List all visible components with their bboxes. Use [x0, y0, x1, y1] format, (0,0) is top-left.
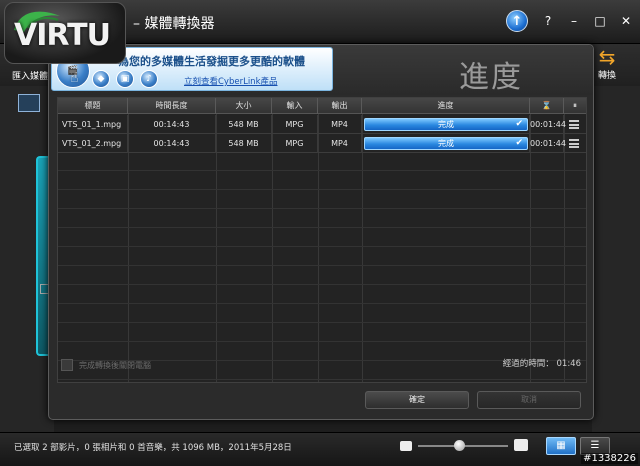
- column-duration[interactable]: 時間長度: [128, 98, 216, 114]
- progress-bar: 完成 ✔: [364, 118, 528, 131]
- empty-row: [58, 209, 586, 228]
- table-header: 標題 時間長度 大小 輸入 輸出 進度 ⌛ ⏸: [58, 98, 586, 114]
- status-bar: 已選取 2 部影片，0 張相片和 0 首音樂，共 1096 MB，2011年5月…: [0, 432, 640, 466]
- check-icon: ✔: [515, 119, 523, 129]
- row-duration: 00:14:43: [128, 134, 216, 153]
- row-title: VTS_01_1.mpg: [58, 115, 128, 134]
- update-arrow-icon[interactable]: ↑: [506, 10, 528, 32]
- logo-text: VIRTU: [14, 18, 111, 53]
- row-title: VTS_01_2.mpg: [58, 134, 128, 153]
- window-controls: ↑ ? – □ ✕: [506, 10, 632, 32]
- table-row[interactable]: VTS_01_2.mpg 00:14:43 548 MB MPG MP4 完成 …: [58, 134, 586, 153]
- column-progress[interactable]: 進度: [362, 98, 530, 114]
- shutdown-option: 完成轉換後關閉電腦: [61, 359, 151, 371]
- music-note-icon: ♪: [140, 70, 158, 88]
- empty-row: [58, 171, 586, 190]
- help-button[interactable]: ?: [542, 14, 554, 28]
- hourglass-icon: ⌛: [530, 98, 564, 114]
- minimize-button[interactable]: –: [568, 14, 580, 28]
- media-library-icon[interactable]: [18, 94, 40, 112]
- convert-label: 轉換: [597, 71, 616, 81]
- list-menu-icon[interactable]: [569, 139, 579, 148]
- column-input[interactable]: 輸入: [272, 98, 318, 114]
- empty-row: [58, 323, 586, 342]
- empty-row: [58, 190, 586, 209]
- convert-arrows-icon: ⇆: [598, 45, 616, 69]
- pause-icon[interactable]: ⏸: [564, 98, 586, 114]
- column-title[interactable]: 標題: [58, 98, 128, 114]
- empty-row: [58, 266, 586, 285]
- cancel-button[interactable]: 取消: [477, 391, 581, 409]
- shutdown-label: 完成轉換後關閉電腦: [79, 360, 151, 370]
- app-title: – 媒體轉換器: [133, 16, 215, 32]
- elapsed-time: 經過的時間： 01:46: [502, 359, 581, 369]
- dialog-header: 🎬 ◆ ▣ ♪ ☝ 為您的多媒體生活發掘更多更酷的軟體 立刻查看CyberLin…: [49, 45, 593, 95]
- progress-status: 完成: [438, 120, 454, 129]
- logo: VIRTU: [4, 2, 130, 68]
- row-progress-cell: 完成 ✔: [362, 134, 530, 153]
- empty-row: [58, 152, 586, 171]
- close-button[interactable]: ✕: [620, 14, 632, 28]
- ad-link[interactable]: 立刻查看CyberLink產品: [184, 75, 278, 87]
- large-thumbnail-icon[interactable]: [514, 439, 528, 451]
- column-output[interactable]: 輸出: [318, 98, 362, 114]
- row-elapsed: 00:01:44: [530, 134, 566, 153]
- left-panel: [0, 86, 54, 432]
- row-output: MP4: [318, 134, 362, 153]
- empty-row: [58, 247, 586, 266]
- conversion-table: 標題 時間長度 大小 輸入 輸出 進度 ⌛ ⏸ VTS_01_1.mpg 00:…: [57, 97, 587, 383]
- hand-cursor-icon: ☝: [70, 70, 79, 86]
- dialog-title: 進度: [459, 60, 523, 95]
- zoom-slider[interactable]: [396, 437, 532, 455]
- shutdown-checkbox[interactable]: [61, 359, 73, 371]
- convert-tab[interactable]: ⇆ 轉換: [592, 46, 622, 84]
- slider-knob[interactable]: [454, 440, 465, 451]
- watermark: #1338226: [581, 453, 638, 464]
- list-menu-icon[interactable]: [569, 120, 579, 129]
- row-elapsed: 00:01:44: [530, 115, 566, 134]
- progress-dialog: 🎬 ◆ ▣ ♪ ☝ 為您的多媒體生活發掘更多更酷的軟體 立刻查看CyberLin…: [48, 44, 594, 420]
- row-progress-cell: 完成 ✔: [362, 115, 530, 134]
- table-row[interactable]: VTS_01_1.mpg 00:14:43 548 MB MPG MP4 完成 …: [58, 115, 586, 134]
- small-thumbnail-icon[interactable]: [400, 441, 412, 451]
- row-menu-cell: [564, 115, 586, 134]
- column-size[interactable]: 大小: [216, 98, 272, 114]
- progress-bar: 完成 ✔: [364, 137, 528, 150]
- row-menu-cell: [564, 134, 586, 153]
- grid-view-icon[interactable]: ▦: [546, 437, 576, 455]
- right-panel: [592, 86, 640, 432]
- empty-row: [58, 228, 586, 247]
- ad-headline: 為您的多媒體生活發掘更多更酷的軟體: [118, 55, 305, 68]
- empty-row: [58, 285, 586, 304]
- disc-icon: ◆: [92, 70, 110, 88]
- maximize-button[interactable]: □: [594, 14, 606, 28]
- camera-icon: ▣: [116, 70, 134, 88]
- ok-button[interactable]: 確定: [365, 391, 469, 409]
- empty-row: [58, 304, 586, 323]
- row-input: MPG: [272, 115, 318, 134]
- check-icon: ✔: [515, 138, 523, 148]
- progress-status: 完成: [438, 139, 454, 148]
- status-text: 已選取 2 部影片，0 張相片和 0 首音樂，共 1096 MB，2011年5月…: [14, 443, 292, 453]
- row-size: 548 MB: [216, 115, 272, 134]
- row-input: MPG: [272, 134, 318, 153]
- row-output: MP4: [318, 115, 362, 134]
- row-duration: 00:14:43: [128, 115, 216, 134]
- row-size: 548 MB: [216, 134, 272, 153]
